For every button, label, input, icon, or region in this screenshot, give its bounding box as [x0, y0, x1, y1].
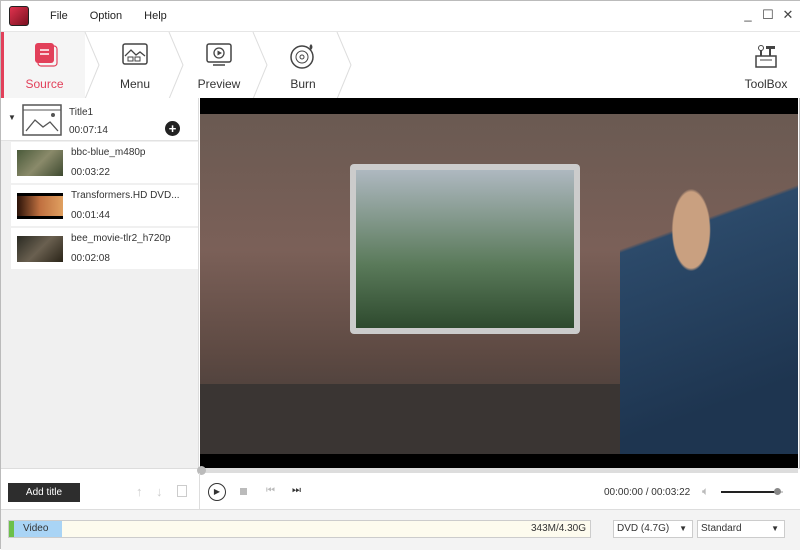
toolbox-label: ToolBox: [744, 77, 788, 91]
menu-bar: File Option Help: [39, 10, 178, 22]
app-logo: [9, 6, 29, 26]
stop-button[interactable]: [240, 488, 247, 495]
volume-icon[interactable]: 🔈︎: [702, 484, 709, 499]
chevron-down-icon: ▼: [771, 524, 779, 533]
maximize-button[interactable]: ☐: [761, 7, 775, 23]
title-bar: File Option Help _ ☐ ✕: [1, 1, 800, 31]
source-panel: ▼ Title1 00:07:14 + bbc-blue_m480p 00:03…: [1, 98, 199, 473]
quality-value: Standard: [701, 523, 742, 534]
clip-item[interactable]: Transformers.HD DVD... 00:01:44: [11, 185, 198, 226]
app-window: File Option Help _ ☐ ✕ Source Menu Previ…: [0, 0, 800, 550]
time-display: 00:00:00 / 00:03:22: [604, 487, 691, 498]
chevron-down-icon: ▼: [679, 524, 687, 533]
close-button[interactable]: ✕: [781, 7, 795, 23]
menu-help[interactable]: Help: [144, 10, 167, 22]
add-title-button[interactable]: Add title: [8, 483, 80, 502]
clip-thumbnail: [17, 236, 63, 262]
clip-name: bee_movie-tlr2_h720p: [71, 233, 171, 244]
playback-controls: Add title ↑ ↓ ▶ ⏮ ⏭ 00:00:00 / 00:03:22 …: [1, 466, 800, 510]
next-button[interactable]: ⏭: [292, 485, 301, 496]
clip-item[interactable]: bee_movie-tlr2_h720p 00:02:08: [11, 228, 198, 269]
clip-duration: 00:02:08: [71, 253, 110, 264]
delete-icon[interactable]: [177, 485, 187, 497]
clip-duration: 00:03:22: [71, 167, 110, 178]
toolbox-button[interactable]: ToolBox: [731, 32, 800, 99]
step-dividers: [84, 32, 352, 99]
video-segment: Video: [14, 521, 62, 537]
disc-type-value: DVD (4.7G): [617, 523, 670, 534]
menu-file[interactable]: File: [50, 10, 68, 22]
video-preview[interactable]: [200, 98, 798, 468]
seek-bar[interactable]: [197, 466, 798, 475]
usage-text: 343M/4.30G: [530, 523, 586, 534]
title-duration: 00:07:14: [69, 125, 108, 136]
clip-name: bbc-blue_m480p: [71, 147, 146, 158]
minimize-button[interactable]: _: [741, 7, 755, 23]
previous-button[interactable]: ⏮: [266, 485, 275, 496]
menu-option[interactable]: Option: [90, 10, 122, 22]
title-name: Title1: [69, 107, 94, 118]
disc-usage-bar: Video 343M/4.30G: [8, 520, 591, 538]
step-toolbar: Source Menu Preview Burn ToolBox: [1, 31, 800, 99]
status-bar: Video 343M/4.30G DVD (4.7G) ▼ Standard ▼: [1, 509, 800, 550]
move-up-icon[interactable]: ↑: [136, 484, 143, 499]
volume-slider[interactable]: [721, 488, 783, 495]
disc-type-select[interactable]: DVD (4.7G) ▼: [613, 520, 693, 538]
clip-thumbnail: [17, 193, 63, 219]
clip-item[interactable]: bbc-blue_m480p 00:03:22: [11, 142, 198, 183]
clip-duration: 00:01:44: [71, 210, 110, 221]
video-frame: [200, 114, 798, 454]
toolbox-icon: [755, 45, 777, 68]
quality-select[interactable]: Standard ▼: [697, 520, 785, 538]
title-row[interactable]: ▼ Title1 00:07:14 +: [1, 98, 198, 141]
clip-thumbnail: [17, 150, 63, 176]
collapse-arrow-icon[interactable]: ▼: [8, 113, 16, 122]
clip-name: Transformers.HD DVD...: [71, 190, 180, 201]
play-button[interactable]: ▶: [208, 483, 226, 501]
add-clip-icon[interactable]: +: [165, 121, 180, 136]
title-thumbnail-icon: [22, 104, 62, 136]
monitor: [350, 164, 580, 334]
move-down-icon[interactable]: ↓: [156, 484, 163, 499]
